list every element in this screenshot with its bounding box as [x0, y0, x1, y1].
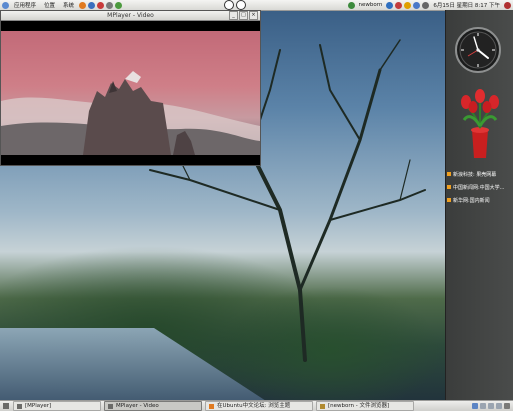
network-icon[interactable] — [386, 1, 394, 9]
desktop-sidebar — [445, 10, 513, 400]
menu-places[interactable]: 位置 — [40, 1, 59, 9]
analog-clock-icon — [455, 27, 501, 73]
workspace-switcher-icon[interactable] — [488, 403, 494, 409]
news-item[interactable]: 新华网:国内新闻 — [447, 196, 510, 204]
mplayer-window[interactable]: MPlayer - Video _ □ × — [0, 10, 261, 166]
rss-icon — [447, 185, 451, 189]
tulip-flower-icon — [461, 89, 499, 158]
castle-scene — [1, 71, 260, 155]
foot-icon[interactable] — [2, 1, 9, 9]
window-title: MPlayer - Video — [107, 12, 154, 19]
rss-icon — [447, 172, 451, 176]
news-item[interactable]: 新浪科技: 果壳网幕 — [447, 170, 510, 178]
mplayer-icon — [17, 403, 22, 409]
news-item-label: 新华网:国内新闻 — [453, 197, 490, 204]
update-icon[interactable] — [395, 1, 403, 9]
keyboard-icon[interactable] — [413, 1, 421, 9]
taskbar-item-label: [MPlayer] — [25, 403, 52, 409]
notification-icon[interactable] — [404, 1, 412, 9]
workspace-switcher-icon[interactable] — [472, 403, 478, 409]
video-frame[interactable] — [1, 31, 260, 155]
help-icon[interactable] — [97, 1, 105, 9]
news-item-label: 新浪科技: 果壳网幕 — [453, 171, 497, 178]
penguin-eyes-icon — [235, 0, 246, 10]
rss-icon — [447, 198, 451, 202]
minimize-button[interactable]: _ — [229, 11, 238, 20]
window-titlebar[interactable]: MPlayer - Video _ □ × — [1, 11, 260, 21]
volume-icon[interactable] — [422, 1, 430, 9]
power-icon[interactable] — [504, 1, 511, 9]
clock-datetime[interactable]: 6月15日 星期日 8:17 下午 — [430, 1, 503, 9]
menu-applications[interactable]: 应用程序 — [10, 1, 40, 9]
workspace-switcher-icon[interactable] — [496, 403, 502, 409]
news-item-label: 中国新闻网:中国大学... — [453, 184, 505, 191]
close-button[interactable]: × — [249, 11, 258, 20]
terminal-icon[interactable] — [106, 1, 114, 9]
firefox-icon[interactable] — [79, 1, 87, 9]
folder-icon — [320, 403, 325, 409]
workspace-switcher-icon[interactable] — [480, 403, 486, 409]
user-icon — [347, 1, 355, 9]
mail-icon[interactable] — [88, 1, 96, 9]
penguin-eyes-icon — [223, 0, 234, 10]
sidebar-widgets — [455, 27, 501, 158]
trash-icon[interactable] — [504, 403, 510, 409]
show-desktop-icon[interactable] — [3, 403, 9, 409]
user-name[interactable]: newborn — [356, 2, 386, 8]
mplayer-icon — [108, 403, 113, 409]
news-item[interactable]: 中国新闻网:中国大学... — [447, 183, 510, 191]
bottom-panel: [MPlayer] MPlayer - Video 在Ubuntu中文论坛: 浏… — [0, 400, 513, 411]
taskbar-item-label: [newborn - 文件浏览器] — [328, 403, 390, 409]
taskbar-item-label: 在Ubuntu中文论坛: 浏览主题 — [217, 403, 291, 409]
menu-system[interactable]: 系统 — [59, 1, 78, 9]
maximize-button[interactable]: □ — [239, 11, 248, 20]
editor-icon[interactable] — [115, 1, 123, 9]
taskbar-item-label: MPlayer - Video — [116, 403, 159, 409]
firefox-icon — [209, 403, 214, 409]
